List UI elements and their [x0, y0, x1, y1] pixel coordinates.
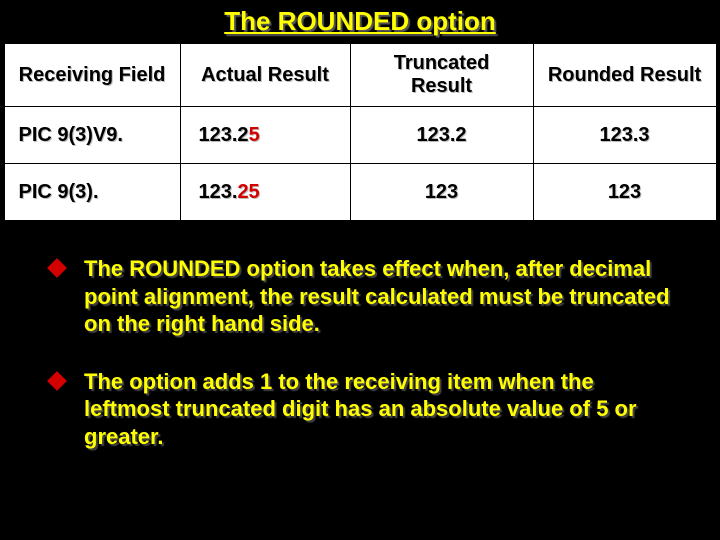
table-row: PIC 9(3)V9. 123.25 123.2 123.3 [4, 107, 716, 164]
cell-rounded: 123 [533, 164, 716, 221]
bullet-item: The ROUNDED option takes effect when, af… [50, 255, 684, 338]
col-rounded-result: Rounded Result [533, 44, 716, 107]
slide-title: The ROUNDED option [0, 6, 720, 37]
actual-pre: 123. [199, 181, 238, 203]
bullet-item: The option adds 1 to the receiving item … [50, 368, 684, 451]
cell-actual: 123.25 [180, 164, 350, 221]
table-row: PIC 9(3). 123.25 123 123 [4, 164, 716, 221]
cell-truncated: 123 [350, 164, 533, 221]
cell-receiving: PIC 9(3). [4, 164, 180, 221]
cell-truncated: 123.2 [350, 107, 533, 164]
result-table: Receiving Field Actual Result Truncated … [4, 43, 717, 221]
bullet-list: The ROUNDED option takes effect when, af… [0, 255, 720, 450]
actual-pre: 123.2 [199, 124, 249, 146]
cell-receiving: PIC 9(3)V9. [4, 107, 180, 164]
col-truncated-result: Truncated Result [350, 44, 533, 107]
actual-truncated-digits: 5 [249, 124, 260, 146]
cell-rounded: 123.3 [533, 107, 716, 164]
actual-truncated-digits: 25 [237, 181, 259, 203]
table-header-row: Receiving Field Actual Result Truncated … [4, 44, 716, 107]
col-actual-result: Actual Result [180, 44, 350, 107]
cell-actual: 123.25 [180, 107, 350, 164]
col-receiving-field: Receiving Field [4, 44, 180, 107]
slide: The ROUNDED option Receiving Field Actua… [0, 0, 720, 540]
